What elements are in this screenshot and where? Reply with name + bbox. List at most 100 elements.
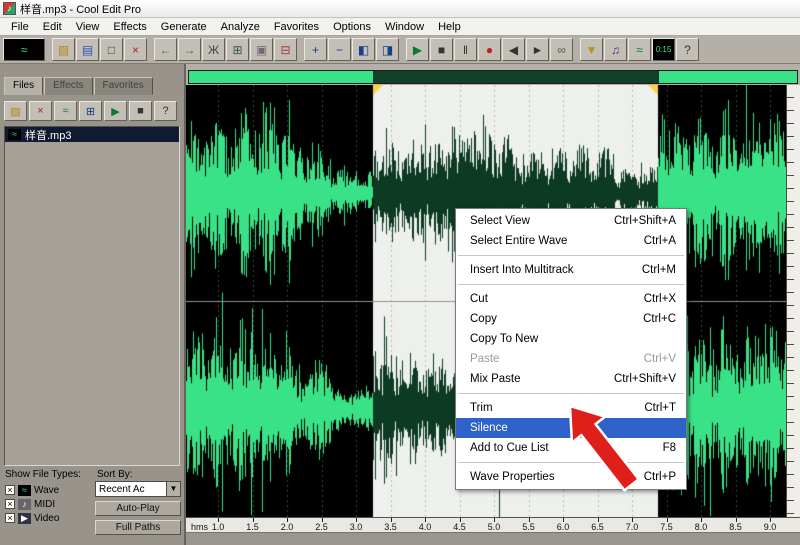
save-file-button[interactable]: ▤	[76, 38, 99, 61]
tab-favorites[interactable]: Favorites	[93, 77, 153, 95]
tab-files[interactable]: Files	[4, 77, 44, 95]
full-paths-button[interactable]: Full Paths	[95, 520, 181, 535]
record-button[interactable]: ●	[478, 38, 501, 61]
menu-file[interactable]: File	[4, 19, 36, 35]
context-menu-item-wave-properties[interactable]: Wave Properties Ctrl+P	[456, 467, 686, 487]
app-icon: ♪	[3, 2, 16, 15]
zoom-out-button[interactable]: −	[328, 38, 351, 61]
redo-button[interactable]: →	[178, 38, 201, 61]
context-menu-item-paste[interactable]: Paste Ctrl+V	[456, 349, 686, 369]
loop-button[interactable]: ∞	[550, 38, 573, 61]
overview-bar[interactable]	[188, 70, 798, 84]
waveform-multitrack-toggle-button[interactable]: ≈	[3, 38, 45, 61]
time-display[interactable]: 0:15	[652, 38, 675, 61]
tick-label: 7.5	[660, 522, 673, 532]
open-file-button[interactable]: ▨	[52, 38, 75, 61]
menu-effects[interactable]: Effects	[106, 19, 153, 35]
tick-label: 3.5	[384, 522, 397, 532]
zoom-full-button[interactable]: ◨	[376, 38, 399, 61]
open-file-button[interactable]: ▨	[4, 101, 27, 121]
close-file-button[interactable]: ×	[29, 101, 52, 121]
menu-favorites[interactable]: Favorites	[267, 19, 326, 35]
menu-help[interactable]: Help	[431, 19, 468, 35]
filter-midi: × ♪ MIDI	[5, 497, 59, 511]
audio-file-icon: ≈	[8, 129, 21, 140]
sort-combo[interactable]: Recent Ac ▼	[95, 481, 181, 497]
panel-tabs: Files Effects Favorites	[4, 77, 153, 95]
toolbar-separator	[46, 38, 51, 61]
menu-window[interactable]: Window	[378, 19, 431, 35]
auto-play-button[interactable]: Auto-Play	[95, 501, 181, 516]
help-button[interactable]: ?	[676, 38, 699, 61]
cut-button[interactable]: Ж	[202, 38, 225, 61]
menu-generate[interactable]: Generate	[154, 19, 214, 35]
menu-options[interactable]: Options	[326, 19, 378, 35]
panel-toolbar: ▨ × ≈ ⊞ ▶ ■?	[4, 101, 177, 121]
tab-effects[interactable]: Effects	[44, 77, 93, 95]
menu-edit[interactable]: Edit	[36, 19, 69, 35]
paste-button[interactable]: ▣	[250, 38, 273, 61]
context-menu-item-mix-paste[interactable]: Mix Paste Ctrl+Shift+V	[456, 369, 686, 389]
menu-item-shortcut: Ctrl+Shift+V	[614, 373, 676, 385]
menu-item-label: Insert Into Multitrack	[470, 264, 574, 276]
tick-label: 2.5	[315, 522, 328, 532]
overview-selection[interactable]	[373, 71, 659, 83]
tick-label: 5.0	[487, 522, 501, 532]
checkbox-midi[interactable]: ×	[5, 499, 15, 509]
menu-separator	[458, 284, 684, 285]
video-icon: ▶	[18, 512, 31, 524]
insert-multitrack-button[interactable]: ⊞	[79, 101, 102, 121]
copy-button[interactable]: ⊞	[226, 38, 249, 61]
file-organizer-panel: Files Effects Favorites ▨ × ≈ ⊞ ▶ ■? ≈ 样音.mp3 Sh…	[0, 64, 186, 545]
title-bar: ♪ 样音.mp3 - Cool Edit Pro	[0, 0, 800, 18]
play-button[interactable]: ▶	[406, 38, 429, 61]
rewind-button[interactable]: ◀	[502, 38, 525, 61]
dropdown-arrow-icon[interactable]: ▼	[166, 482, 180, 496]
zoom-selection-button[interactable]: ◧	[352, 38, 375, 61]
menu-separator	[458, 462, 684, 463]
context-menu: Select View Ctrl+Shift+A Select Entire Wav…	[455, 208, 687, 490]
analyze-button[interactable]: ≈	[628, 38, 651, 61]
time-unit-label: hms	[191, 522, 209, 532]
amplitude-ruler[interactable]	[786, 85, 800, 517]
help-button[interactable]: ?	[154, 101, 177, 121]
menu-view[interactable]: View	[69, 19, 107, 35]
context-menu-item-copy[interactable]: Copy Ctrl+C	[456, 309, 686, 329]
menu-item-shortcut: Ctrl+T	[644, 402, 676, 414]
tick-label: 8.0	[694, 522, 708, 532]
tick-label: 8.5	[729, 522, 742, 532]
stop-button[interactable]: ■	[430, 38, 453, 61]
close-file-button[interactable]: ×	[124, 38, 147, 61]
menu-item-label: Wave Properties	[470, 471, 555, 483]
tick-label: 4.0	[418, 522, 432, 532]
context-menu-item-select-entire-wave[interactable]: Select Entire Wave Ctrl+A	[456, 231, 686, 251]
menu-item-label: Add to Cue List	[470, 442, 549, 454]
zoom-in-button[interactable]: +	[304, 38, 327, 61]
context-menu-item-insert-into-multitrack[interactable]: Insert Into Multitrack Ctrl+M	[456, 260, 686, 280]
filter-wave: × ≈ Wave	[5, 483, 59, 497]
context-menu-item-select-view[interactable]: Select View Ctrl+Shift+A	[456, 211, 686, 231]
play-file-button[interactable]: ▶	[104, 101, 127, 121]
pause-button[interactable]: ‖	[454, 38, 477, 61]
menu-analyze[interactable]: Analyze	[214, 19, 267, 35]
trim-button[interactable]: ⊟	[274, 38, 297, 61]
menu-item-shortcut: Ctrl+A	[643, 235, 676, 247]
marker-button[interactable]: ▼	[580, 38, 603, 61]
mixdown-button[interactable]: ♫	[604, 38, 627, 61]
undo-button[interactable]: ←	[154, 38, 177, 61]
file-item[interactable]: ≈ 样音.mp3	[5, 127, 179, 142]
checkbox-video[interactable]: ×	[5, 513, 15, 523]
edit-file-button[interactable]: ≈	[54, 101, 77, 121]
menu-separator	[458, 255, 684, 256]
fast-forward-button[interactable]: ►	[526, 38, 549, 61]
stop-file-button[interactable]: ■	[129, 101, 152, 121]
sort-combo-value: Recent Ac	[99, 483, 145, 495]
context-menu-item-cut[interactable]: Cut Ctrl+X	[456, 289, 686, 309]
context-menu-item-copy-to-new[interactable]: Copy To New	[456, 329, 686, 349]
menu-item-shortcut: F8	[662, 442, 676, 454]
file-list[interactable]: ≈ 样音.mp3	[4, 126, 180, 466]
menu-separator	[458, 393, 684, 394]
new-file-button[interactable]: □	[100, 38, 123, 61]
checkbox-wave[interactable]: ×	[5, 485, 15, 495]
menubar: File Edit View Effects Generate Analyze Favori…	[0, 18, 800, 36]
